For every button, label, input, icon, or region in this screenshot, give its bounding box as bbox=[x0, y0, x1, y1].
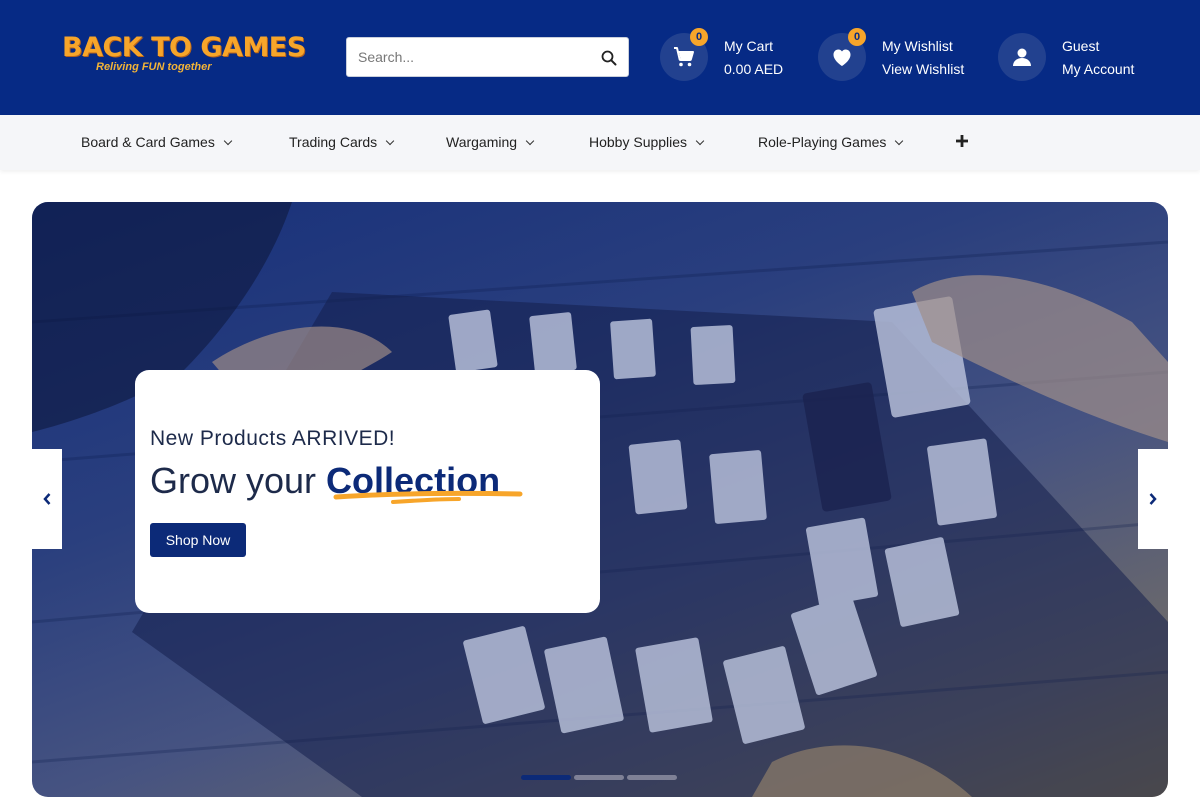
slider-prev-button[interactable] bbox=[32, 449, 62, 549]
chevron-down-icon bbox=[895, 136, 904, 146]
cart-amount[interactable]: 0.00 AED bbox=[724, 61, 783, 77]
search-button[interactable] bbox=[600, 49, 618, 67]
nav-item-label: Trading Cards bbox=[289, 134, 378, 150]
chevron-right-icon bbox=[1149, 493, 1157, 505]
nav-item-board-card-games[interactable]: Board & Card Games bbox=[81, 134, 233, 150]
nav-item-label: Role-Playing Games bbox=[758, 134, 887, 150]
nav-item-hobby-supplies[interactable]: Hobby Supplies bbox=[589, 134, 705, 150]
cart-widget[interactable]: 0 My Cart 0.00 AED bbox=[660, 28, 800, 81]
view-wishlist-link[interactable]: View Wishlist bbox=[882, 61, 964, 77]
nav-item-label: Wargaming bbox=[446, 134, 518, 150]
promo-card: New Products ARRIVED! Grow your Collecti… bbox=[135, 370, 600, 613]
search-box bbox=[346, 37, 629, 77]
chevron-left-icon bbox=[43, 493, 51, 505]
chevron-down-icon bbox=[385, 136, 395, 146]
account-button[interactable] bbox=[998, 33, 1046, 81]
promo-subtitle: New Products ARRIVED! bbox=[150, 427, 396, 450]
account-guest-label: Guest bbox=[1062, 38, 1100, 54]
cart-label[interactable]: My Cart bbox=[724, 38, 773, 54]
logo-tagline: Reliving FUN together bbox=[96, 61, 212, 73]
top-header: BACK TO GAMES Reliving FUN together 0 My… bbox=[0, 0, 1200, 115]
slider-dot[interactable] bbox=[627, 775, 677, 780]
heart-icon bbox=[833, 49, 851, 66]
hero-slider: New Products ARRIVED! Grow your Collecti… bbox=[32, 202, 1168, 797]
chevron-down-icon bbox=[223, 136, 233, 146]
nav-item-trading-cards[interactable]: Trading Cards bbox=[289, 134, 395, 150]
main-nav: Board & Card Games Trading Cards Wargami… bbox=[0, 115, 1200, 170]
cart-icon bbox=[674, 47, 694, 67]
wishlist-label[interactable]: My Wishlist bbox=[882, 38, 953, 54]
plus-icon[interactable] bbox=[956, 135, 968, 147]
wishlist-count-badge: 0 bbox=[848, 28, 866, 46]
promo-title-prefix: Grow your bbox=[150, 460, 327, 501]
brush-underline-decoration bbox=[333, 490, 523, 504]
search-input[interactable] bbox=[347, 38, 592, 76]
site-logo[interactable]: BACK TO GAMES Reliving FUN together bbox=[62, 30, 306, 78]
nav-item-role-playing-games[interactable]: Role-Playing Games bbox=[758, 134, 904, 150]
slider-dot[interactable] bbox=[574, 775, 624, 780]
logo-wordmark: BACK TO GAMES bbox=[62, 32, 306, 63]
slider-dot[interactable] bbox=[521, 775, 571, 780]
slider-pagination bbox=[521, 775, 681, 781]
slider-next-button[interactable] bbox=[1138, 449, 1168, 549]
user-icon bbox=[1013, 48, 1031, 66]
cart-count-badge: 0 bbox=[690, 28, 708, 46]
nav-item-wargaming[interactable]: Wargaming bbox=[446, 134, 535, 150]
nav-item-label: Board & Card Games bbox=[81, 134, 215, 150]
shop-now-button[interactable]: Shop Now bbox=[150, 523, 246, 557]
chevron-down-icon bbox=[525, 136, 535, 146]
search-icon bbox=[601, 50, 617, 66]
nav-item-label: Hobby Supplies bbox=[589, 134, 688, 150]
account-widget[interactable]: Guest My Account bbox=[998, 33, 1158, 81]
my-account-link[interactable]: My Account bbox=[1062, 61, 1134, 77]
wishlist-widget[interactable]: 0 My Wishlist View Wishlist bbox=[818, 28, 978, 81]
chevron-down-icon bbox=[695, 136, 705, 146]
